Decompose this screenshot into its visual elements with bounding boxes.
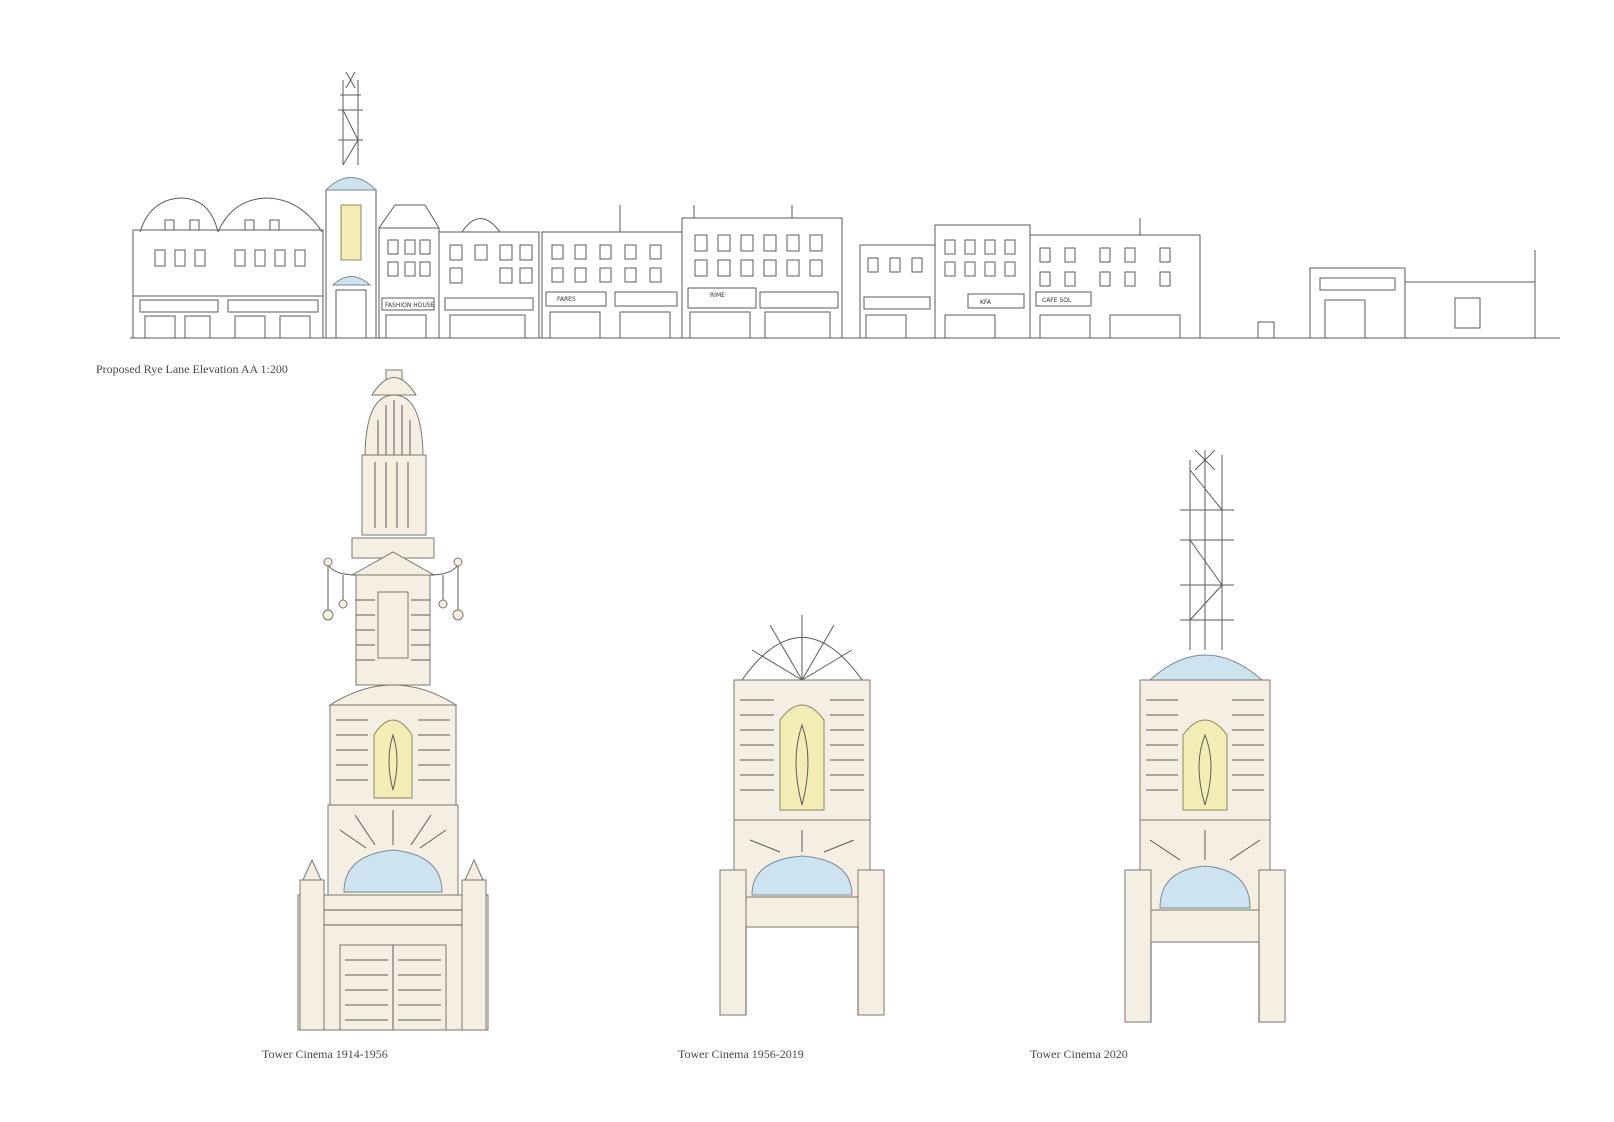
tower-1914-middle-stage [328, 684, 458, 806]
building-block-ornate: FASHION HOUSE [378, 204, 540, 339]
tower-1914-caption: Tower Cinema 1914-1956 [262, 1047, 388, 1061]
shop-sign: FARES [557, 296, 576, 303]
street-elevation-drawing: FASHION HOUSE FARES RIME KFA CAFE SOL [130, 71, 1560, 339]
tower-1914-base [297, 858, 489, 1031]
tower-2020-caption: Tower Cinema 2020 [1030, 1047, 1128, 1061]
tower-1914-upper-stage [322, 537, 464, 686]
tower-1914-lower-stage [327, 804, 459, 896]
building-block-white: KFA CAFE SOL [859, 218, 1201, 339]
building-block-far-right [1257, 250, 1536, 339]
building-block-mansard [132, 197, 324, 339]
tower-1956-drawing [719, 615, 885, 1016]
tower-1914-spire [361, 369, 427, 536]
shop-sign: FASHION HOUSE [385, 302, 435, 309]
elevation-caption: Proposed Rye Lane Elevation AA 1:200 [96, 362, 288, 376]
shop-sign: RIME [710, 292, 725, 299]
tower-1956-caption: Tower Cinema 1956-2019 [678, 1047, 804, 1061]
shop-sign: CAFE SOL [1042, 297, 1072, 304]
tower-2020-drawing [1124, 449, 1286, 1023]
building-block-terrace: FARES RIME [541, 205, 843, 339]
shop-sign: KFA [980, 299, 992, 306]
elevation-tower [324, 71, 378, 339]
